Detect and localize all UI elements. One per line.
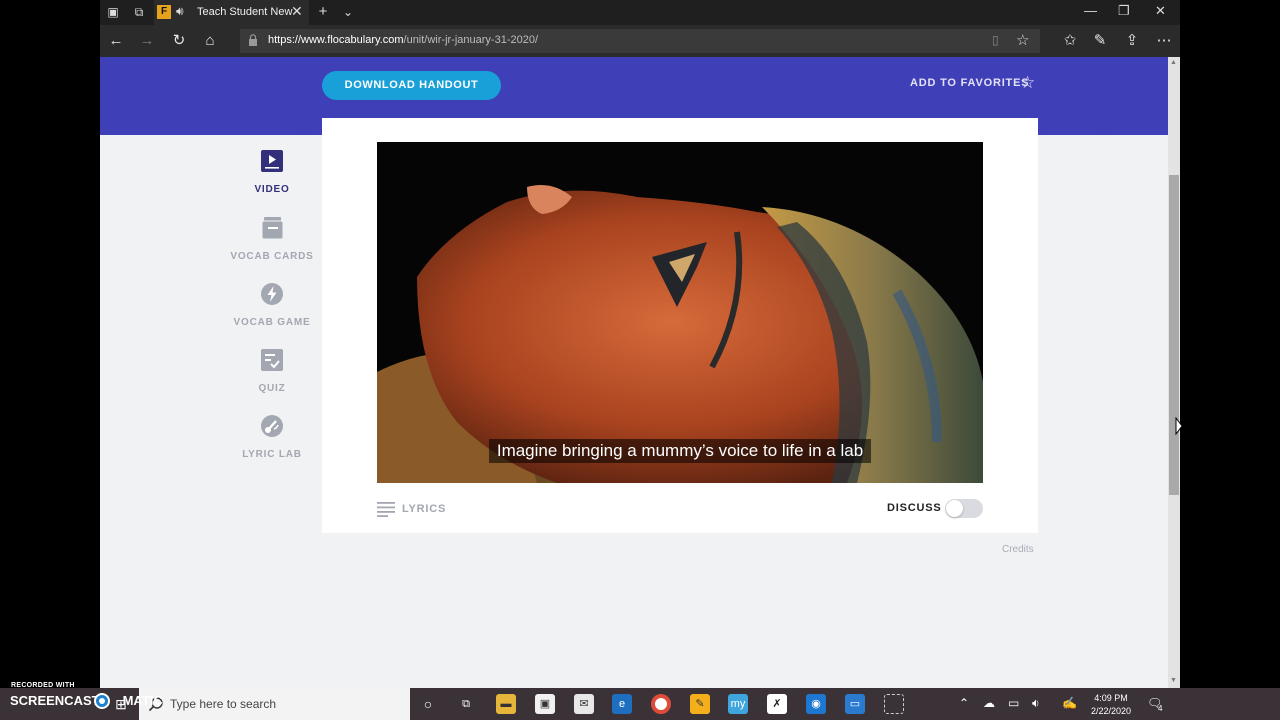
quiz-checklist-icon: [261, 349, 283, 371]
toggle-knob: [946, 500, 963, 517]
browser-tab[interactable]: F 🔊︎ Teach Student New ✕: [154, 0, 309, 25]
lightning-bolt-icon: [261, 283, 283, 305]
sidebar-item-label: QUIZ: [258, 383, 286, 394]
home-icon[interactable]: ⌂: [200, 31, 220, 51]
chevron-up-icon[interactable]: ⌃: [959, 696, 969, 710]
clock-date: 2/22/2020: [1090, 706, 1132, 716]
sidebar-item-vocab-cards[interactable]: VOCAB CARDS: [222, 216, 322, 262]
lines-icon: [377, 502, 395, 517]
minimize-icon[interactable]: —: [1084, 3, 1097, 18]
more-menu-icon[interactable]: ⋯: [1154, 31, 1174, 51]
scroll-up-icon[interactable]: ▲: [1170, 59, 1177, 66]
window-app-icon[interactable]: ▭: [845, 694, 865, 714]
browser-window: ▣ ⧉ F 🔊︎ Teach Student New ✕ + ⌄ — ❐ ✕ ←…: [100, 0, 1180, 688]
sidebar-item-quiz[interactable]: QUIZ: [222, 348, 322, 394]
store-icon[interactable]: ▣: [535, 694, 555, 714]
tab-close-icon[interactable]: ✕: [291, 3, 303, 20]
sidebar-item-vocab-game[interactable]: VOCAB GAME: [222, 282, 322, 328]
watermark-line2: SCREENCAST MATIC: [10, 693, 163, 708]
pen-workspace-icon[interactable]: ✍: [1062, 696, 1077, 710]
video-card: Imagine bringing a mummy’s voice to life…: [322, 118, 1038, 533]
file-explorer-icon[interactable]: ▬: [496, 694, 516, 714]
scrollbar-thumb[interactable]: [1169, 175, 1179, 495]
tab-title: Teach Student New: [197, 6, 293, 18]
close-window-icon[interactable]: ✕: [1155, 3, 1166, 19]
sidebar-item-label: LYRIC LAB: [242, 449, 302, 460]
lyrics-label: LYRICS: [402, 503, 447, 515]
notification-badge: 4: [1158, 704, 1163, 713]
watermark-line1: RECORDED WITH: [11, 682, 75, 689]
clock-time: 4:09 PM: [1094, 693, 1128, 703]
refresh-icon[interactable]: ↻: [169, 31, 189, 51]
sticky-notes-icon[interactable]: ✎: [690, 694, 710, 714]
tab-strip: ▣ ⧉ F 🔊︎ Teach Student New ✕ + ⌄ — ❐ ✕: [100, 0, 1180, 25]
cloud-icon[interactable]: ☁: [983, 696, 995, 710]
video-caption: Imagine bringing a mummy’s voice to life…: [377, 439, 983, 463]
sidebar-item-label: VIDEO: [254, 184, 290, 195]
url-text: https://www.flocabulary.com/unit/wir-jr-…: [268, 34, 539, 46]
people-app-icon[interactable]: ◉: [806, 694, 826, 714]
tab-actions-icon[interactable]: ▣: [105, 4, 121, 20]
vocab-cards-icon: [261, 217, 284, 240]
video-play-icon: [261, 150, 283, 172]
windows-taskbar: ⊞ Type here to search ○ ⧉ ▬ ▣ ✉ e ✎ my ✗…: [0, 688, 1280, 720]
download-handout-button[interactable]: DOWNLOAD HANDOUT: [322, 71, 501, 100]
video-player[interactable]: Imagine bringing a mummy’s voice to life…: [377, 142, 983, 483]
mummy-sarcophagus-image: [377, 142, 983, 483]
url-field[interactable]: https://www.flocabulary.com/unit/wir-jr-…: [240, 29, 1040, 53]
my-app-icon[interactable]: my: [728, 694, 748, 714]
favorite-star-icon[interactable]: ☆: [1016, 31, 1029, 49]
taskbar-clock[interactable]: 4:09 PM 2/22/2020: [1085, 692, 1137, 718]
sidebar-item-label: VOCAB CARDS: [230, 251, 314, 262]
sidebar-item-lyric-lab[interactable]: LYRIC LAB: [222, 414, 322, 460]
favorites-hub-icon[interactable]: ✩: [1060, 31, 1080, 51]
back-arrow-icon[interactable]: ←: [106, 31, 126, 51]
pen-icon[interactable]: ✎: [1090, 31, 1110, 51]
speaker-icon[interactable]: 🔊︎: [176, 4, 184, 19]
sidebar-item-label: VOCAB GAME: [233, 317, 311, 328]
sidebar-item-video[interactable]: VIDEO: [222, 149, 322, 195]
caption-text: Imagine bringing a mummy’s voice to life…: [488, 439, 872, 463]
address-bar-row: ← → ↻ ⌂ https://www.flocabulary.com/unit…: [100, 25, 1180, 57]
task-view-icon[interactable]: ⧉: [456, 694, 476, 714]
discuss-label: DISCUSS: [887, 502, 942, 514]
mail-icon[interactable]: ✉: [574, 694, 594, 714]
search-placeholder: Type here to search: [170, 697, 277, 711]
add-to-favorites-link[interactable]: ADD TO FAVORITES: [910, 77, 1029, 89]
cortana-icon[interactable]: ○: [418, 694, 438, 714]
share-icon[interactable]: ⇪: [1122, 31, 1142, 51]
battery-icon[interactable]: ▭: [1008, 696, 1019, 710]
drawing-app-icon[interactable]: ✗: [767, 694, 787, 714]
discuss-toggle[interactable]: [945, 499, 983, 518]
reading-view-icon[interactable]: ▯: [992, 33, 999, 47]
taskbar-search-box[interactable]: Type here to search: [139, 688, 410, 720]
credits-link[interactable]: Credits: [1002, 544, 1034, 555]
lyric-lab-icon: [261, 415, 283, 437]
star-outline-icon[interactable]: ☆: [1020, 73, 1035, 93]
volume-icon[interactable]: 🔉︎: [1032, 696, 1040, 711]
lock-icon: [249, 34, 257, 46]
page-content: DOWNLOAD HANDOUT ADD TO FAVORITES ☆ VIDE…: [100, 57, 1168, 688]
flocabulary-favicon-icon: F: [157, 5, 171, 19]
screen: ▣ ⧉ F 🔊︎ Teach Student New ✕ + ⌄ — ❐ ✕ ←…: [0, 0, 1280, 720]
chrome-icon[interactable]: [651, 694, 671, 714]
tab-preview-icon[interactable]: ⧉: [131, 4, 147, 20]
forward-arrow-icon[interactable]: →: [137, 31, 157, 51]
restore-icon[interactable]: ❐: [1118, 3, 1130, 19]
mouse-cursor-icon: [1175, 417, 1183, 435]
screencast-logo-icon: [94, 693, 110, 709]
snipping-icon[interactable]: [884, 694, 904, 714]
chevron-down-icon[interactable]: ⌄: [340, 4, 356, 20]
vertical-scrollbar[interactable]: ▲ ▼: [1168, 57, 1180, 688]
new-tab-icon[interactable]: +: [315, 4, 331, 20]
scroll-down-icon[interactable]: ▼: [1170, 677, 1177, 684]
edge-icon[interactable]: e: [612, 694, 632, 714]
